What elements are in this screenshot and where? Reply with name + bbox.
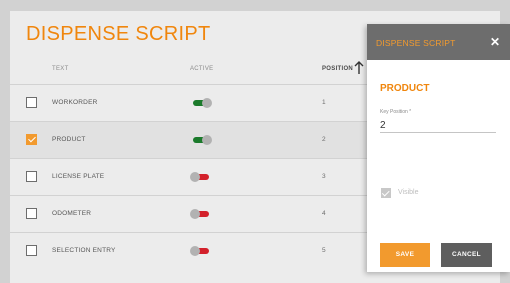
sort-ascending-icon[interactable] xyxy=(354,61,364,75)
row-checkbox[interactable] xyxy=(26,134,37,145)
edit-dialog: DISPENSE SCRIPT ✕ PRODUCT Key Position *… xyxy=(367,24,510,272)
table-row[interactable]: ODOMETER 4 xyxy=(10,195,370,232)
row-checkbox[interactable] xyxy=(26,208,37,219)
table-row[interactable]: PRODUCT 2 xyxy=(10,121,370,158)
visible-checkbox[interactable] xyxy=(381,188,391,198)
key-position-label: Key Position * xyxy=(380,109,412,115)
key-position-input[interactable] xyxy=(380,118,496,133)
cancel-button[interactable]: CANCEL xyxy=(441,243,492,267)
row-position: 4 xyxy=(322,210,326,217)
active-toggle[interactable] xyxy=(190,135,212,145)
save-button[interactable]: SAVE xyxy=(380,243,430,267)
active-toggle[interactable] xyxy=(190,246,212,256)
toggle-knob xyxy=(202,98,212,108)
column-header-text[interactable]: TEXT xyxy=(52,66,69,72)
page-title: DISPENSE SCRIPT xyxy=(26,23,211,45)
row-checkbox[interactable] xyxy=(26,171,37,182)
column-header-active[interactable]: ACTIVE xyxy=(190,66,213,72)
close-icon[interactable]: ✕ xyxy=(489,36,501,48)
table-row[interactable]: WORKORDER 1 xyxy=(10,84,370,121)
active-toggle[interactable] xyxy=(190,209,212,219)
table-row[interactable]: LICENSE PLATE 3 xyxy=(10,158,370,195)
row-text: ODOMETER xyxy=(52,210,92,217)
column-header-position[interactable]: POSITION xyxy=(322,66,353,72)
dialog-header: DISPENSE SCRIPT ✕ xyxy=(367,24,510,60)
dialog-title: DISPENSE SCRIPT xyxy=(376,38,456,48)
toggle-knob xyxy=(190,246,200,256)
toggle-knob xyxy=(190,172,200,182)
visible-label: Visible xyxy=(398,189,419,196)
table-row[interactable]: SELECTION ENTRY 5 xyxy=(10,232,370,269)
row-checkbox[interactable] xyxy=(26,97,37,108)
active-toggle[interactable] xyxy=(190,98,212,108)
active-toggle[interactable] xyxy=(190,172,212,182)
row-text: SELECTION ENTRY xyxy=(52,247,116,254)
row-text: LICENSE PLATE xyxy=(52,173,105,180)
toggle-knob xyxy=(202,135,212,145)
toggle-knob xyxy=(190,209,200,219)
row-position: 3 xyxy=(322,173,326,180)
row-position: 1 xyxy=(322,99,326,106)
row-text: WORKORDER xyxy=(52,99,98,106)
row-text: PRODUCT xyxy=(52,136,86,143)
row-position: 5 xyxy=(322,247,326,254)
row-checkbox[interactable] xyxy=(26,245,37,256)
dialog-subtitle: PRODUCT xyxy=(380,83,430,94)
row-position: 2 xyxy=(322,136,326,143)
